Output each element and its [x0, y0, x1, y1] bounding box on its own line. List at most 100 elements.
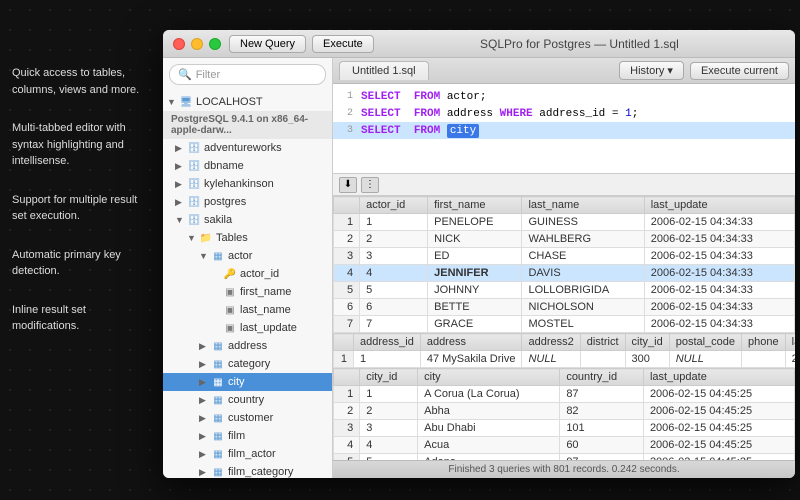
- sidebar-item-customer[interactable]: ▶ ▦ customer: [163, 409, 332, 427]
- sidebar-item-category[interactable]: ▶ ▦ category: [163, 355, 332, 373]
- execute-current-button[interactable]: Execute current: [690, 62, 789, 80]
- cell-actor-id[interactable]: 5: [360, 282, 428, 299]
- sidebar-item-actor[interactable]: ▼ ▦ actor: [163, 247, 332, 265]
- sidebar-item-city[interactable]: ▶ ▦ city: [163, 373, 332, 391]
- cell-last-update[interactable]: 2006-02-15 04:34:33: [644, 265, 794, 282]
- cell-city[interactable]: Abha: [418, 403, 560, 420]
- table-row[interactable]: 3 3 ED CHASE 2006-02-15 04:34:33: [334, 248, 795, 265]
- cell-actor-id[interactable]: 6: [360, 299, 428, 316]
- col-last-name[interactable]: last_name: [522, 197, 644, 214]
- cell-first-name[interactable]: ED: [428, 248, 522, 265]
- cell-actor-id[interactable]: 3: [360, 248, 428, 265]
- cell-last-update[interactable]: 2006-02-15 04:45:30: [785, 351, 795, 368]
- cell-actor-id[interactable]: 7: [360, 316, 428, 333]
- col-last-update[interactable]: last_update: [643, 369, 794, 386]
- sidebar-col-last-name[interactable]: ▣ last_name: [163, 301, 332, 319]
- cell-last-update[interactable]: 2006-02-15 04:34:33: [644, 231, 794, 248]
- close-button[interactable]: [173, 38, 185, 50]
- sidebar-item-kylehankinson[interactable]: ▶ 🗄 kylehankinson: [163, 175, 332, 193]
- col-actor-id[interactable]: actor_id: [360, 197, 428, 214]
- cell-last-update[interactable]: 2006-02-15 04:45:25: [643, 403, 794, 420]
- table-row[interactable]: 2 2 NICK WAHLBERG 2006-02-15 04:34:33: [334, 231, 795, 248]
- sidebar-col-first-name[interactable]: ▣ first_name: [163, 283, 332, 301]
- cell-last-name[interactable]: WAHLBERG: [522, 231, 644, 248]
- cell-phone[interactable]: [742, 351, 786, 368]
- cell-last-name[interactable]: CHASE: [522, 248, 644, 265]
- cell-city-id[interactable]: 1: [360, 386, 418, 403]
- sidebar-col-last-update[interactable]: ▣ last_update: [163, 319, 332, 337]
- cell-country-id[interactable]: 82: [560, 403, 644, 420]
- cell-actor-id[interactable]: 4: [360, 265, 428, 282]
- cell-last-update[interactable]: 2006-02-15 04:45:25: [643, 437, 794, 454]
- cell-last-update[interactable]: 2006-02-15 04:34:33: [644, 248, 794, 265]
- cell-last-update[interactable]: 2006-02-15 04:34:33: [644, 316, 794, 333]
- export-icon[interactable]: ⬇: [339, 177, 357, 193]
- cell-address2[interactable]: NULL: [522, 351, 580, 368]
- table-row[interactable]: 4 4 Acua 60 2006-02-15 04:45:25: [334, 437, 795, 454]
- col-city-id[interactable]: city_id: [360, 369, 418, 386]
- cell-city-id[interactable]: 4: [360, 437, 418, 454]
- cell-country-id[interactable]: 101: [560, 420, 644, 437]
- cell-last-update[interactable]: 2006-02-15 04:34:33: [644, 299, 794, 316]
- table-row[interactable]: 1 1 PENELOPE GUINESS 2006-02-15 04:34:33: [334, 214, 795, 231]
- col-postal-code[interactable]: postal_code: [669, 334, 741, 351]
- sidebar-item-sakila[interactable]: ▼ 🗄 sakila: [163, 211, 332, 229]
- server-item[interactable]: ▼ 🖥 LOCALHOST: [163, 93, 332, 111]
- col-address-id[interactable]: address_id: [354, 334, 421, 351]
- sidebar-item-dbname[interactable]: ▶ 🗄 dbname: [163, 157, 332, 175]
- cell-last-update[interactable]: 2006-02-15 04:45:25: [643, 386, 794, 403]
- settings-icon[interactable]: ⋮: [361, 177, 379, 193]
- col-city-id[interactable]: city_id: [625, 334, 669, 351]
- sidebar-col-actor-id[interactable]: 🔑 actor_id: [163, 265, 332, 283]
- history-button[interactable]: History ▾: [619, 61, 684, 80]
- table-row[interactable]: 2 2 Abha 82 2006-02-15 04:45:25: [334, 403, 795, 420]
- cell-city-id[interactable]: 3: [360, 420, 418, 437]
- cell-last-update[interactable]: 2006-02-15 04:45:25: [643, 420, 794, 437]
- cell-last-update[interactable]: 2006-02-15 04:34:33: [644, 214, 794, 231]
- cell-city-id[interactable]: 2: [360, 403, 418, 420]
- sidebar-item-adventureworks[interactable]: ▶ 🗄 adventureworks: [163, 139, 332, 157]
- sidebar-item-film-actor[interactable]: ▶ ▦ film_actor: [163, 445, 332, 463]
- table-row[interactable]: 4 4 JENNIFER DAVIS 2006-02-15 04:34:33: [334, 265, 795, 282]
- cell-first-name[interactable]: BETTE: [428, 299, 522, 316]
- cell-last-update[interactable]: 2006-02-15 04:34:33: [644, 282, 794, 299]
- table-row[interactable]: 7 7 GRACE MOSTEL 2006-02-15 04:34:33: [334, 316, 795, 333]
- cell-last-name[interactable]: MOSTEL: [522, 316, 644, 333]
- table-row[interactable]: 6 6 BETTE NICHOLSON 2006-02-15 04:34:33: [334, 299, 795, 316]
- cell-city[interactable]: A Corua (La Corua): [418, 386, 560, 403]
- cell-last-name[interactable]: LOLLOBRIGIDA: [522, 282, 644, 299]
- col-last-update[interactable]: last_update: [785, 334, 795, 351]
- cell-address[interactable]: 47 MySakila Drive: [420, 351, 522, 368]
- execute-button[interactable]: Execute: [312, 35, 374, 53]
- sidebar-item-film[interactable]: ▶ ▦ film: [163, 427, 332, 445]
- cell-actor-id[interactable]: 1: [360, 214, 428, 231]
- results-area[interactable]: actor_id first_name last_name last_updat…: [333, 196, 795, 460]
- sidebar-item-country[interactable]: ▶ ▦ country: [163, 391, 332, 409]
- col-city[interactable]: city: [418, 369, 560, 386]
- cell-district[interactable]: [580, 351, 625, 368]
- tab-untitled[interactable]: Untitled 1.sql: [339, 61, 429, 80]
- sidebar-tree[interactable]: ▼ 🖥 LOCALHOST PostgreSQL 9.4.1 on x86_64…: [163, 91, 332, 478]
- cell-postal-code[interactable]: NULL: [669, 351, 741, 368]
- cell-last-name[interactable]: NICHOLSON: [522, 299, 644, 316]
- cell-city[interactable]: Abu Dhabi: [418, 420, 560, 437]
- cell-address-id[interactable]: 1: [354, 351, 421, 368]
- sidebar-item-postgres[interactable]: ▶ 🗄 postgres: [163, 193, 332, 211]
- cell-city[interactable]: Acua: [418, 437, 560, 454]
- table-row[interactable]: 1 1 47 MySakila Drive NULL 300 NULL 2006…: [334, 351, 796, 368]
- col-country-id[interactable]: country_id: [560, 369, 644, 386]
- cell-last-name[interactable]: DAVIS: [522, 265, 644, 282]
- sql-editor[interactable]: 1 SELECT FROM actor; 2 SELECT FROM addre…: [333, 84, 795, 174]
- cell-country-id[interactable]: 87: [560, 386, 644, 403]
- col-last-update[interactable]: last_update: [644, 197, 794, 214]
- sidebar-item-address[interactable]: ▶ ▦ address: [163, 337, 332, 355]
- cell-first-name[interactable]: NICK: [428, 231, 522, 248]
- cell-first-name[interactable]: JENNIFER: [428, 265, 522, 282]
- cell-first-name[interactable]: PENELOPE: [428, 214, 522, 231]
- cell-actor-id[interactable]: 2: [360, 231, 428, 248]
- cell-country-id[interactable]: 60: [560, 437, 644, 454]
- col-first-name[interactable]: first_name: [428, 197, 522, 214]
- table-row[interactable]: 5 5 JOHNNY LOLLOBRIGIDA 2006-02-15 04:34…: [334, 282, 795, 299]
- cell-city-id[interactable]: 300: [625, 351, 669, 368]
- col-address2[interactable]: address2: [522, 334, 580, 351]
